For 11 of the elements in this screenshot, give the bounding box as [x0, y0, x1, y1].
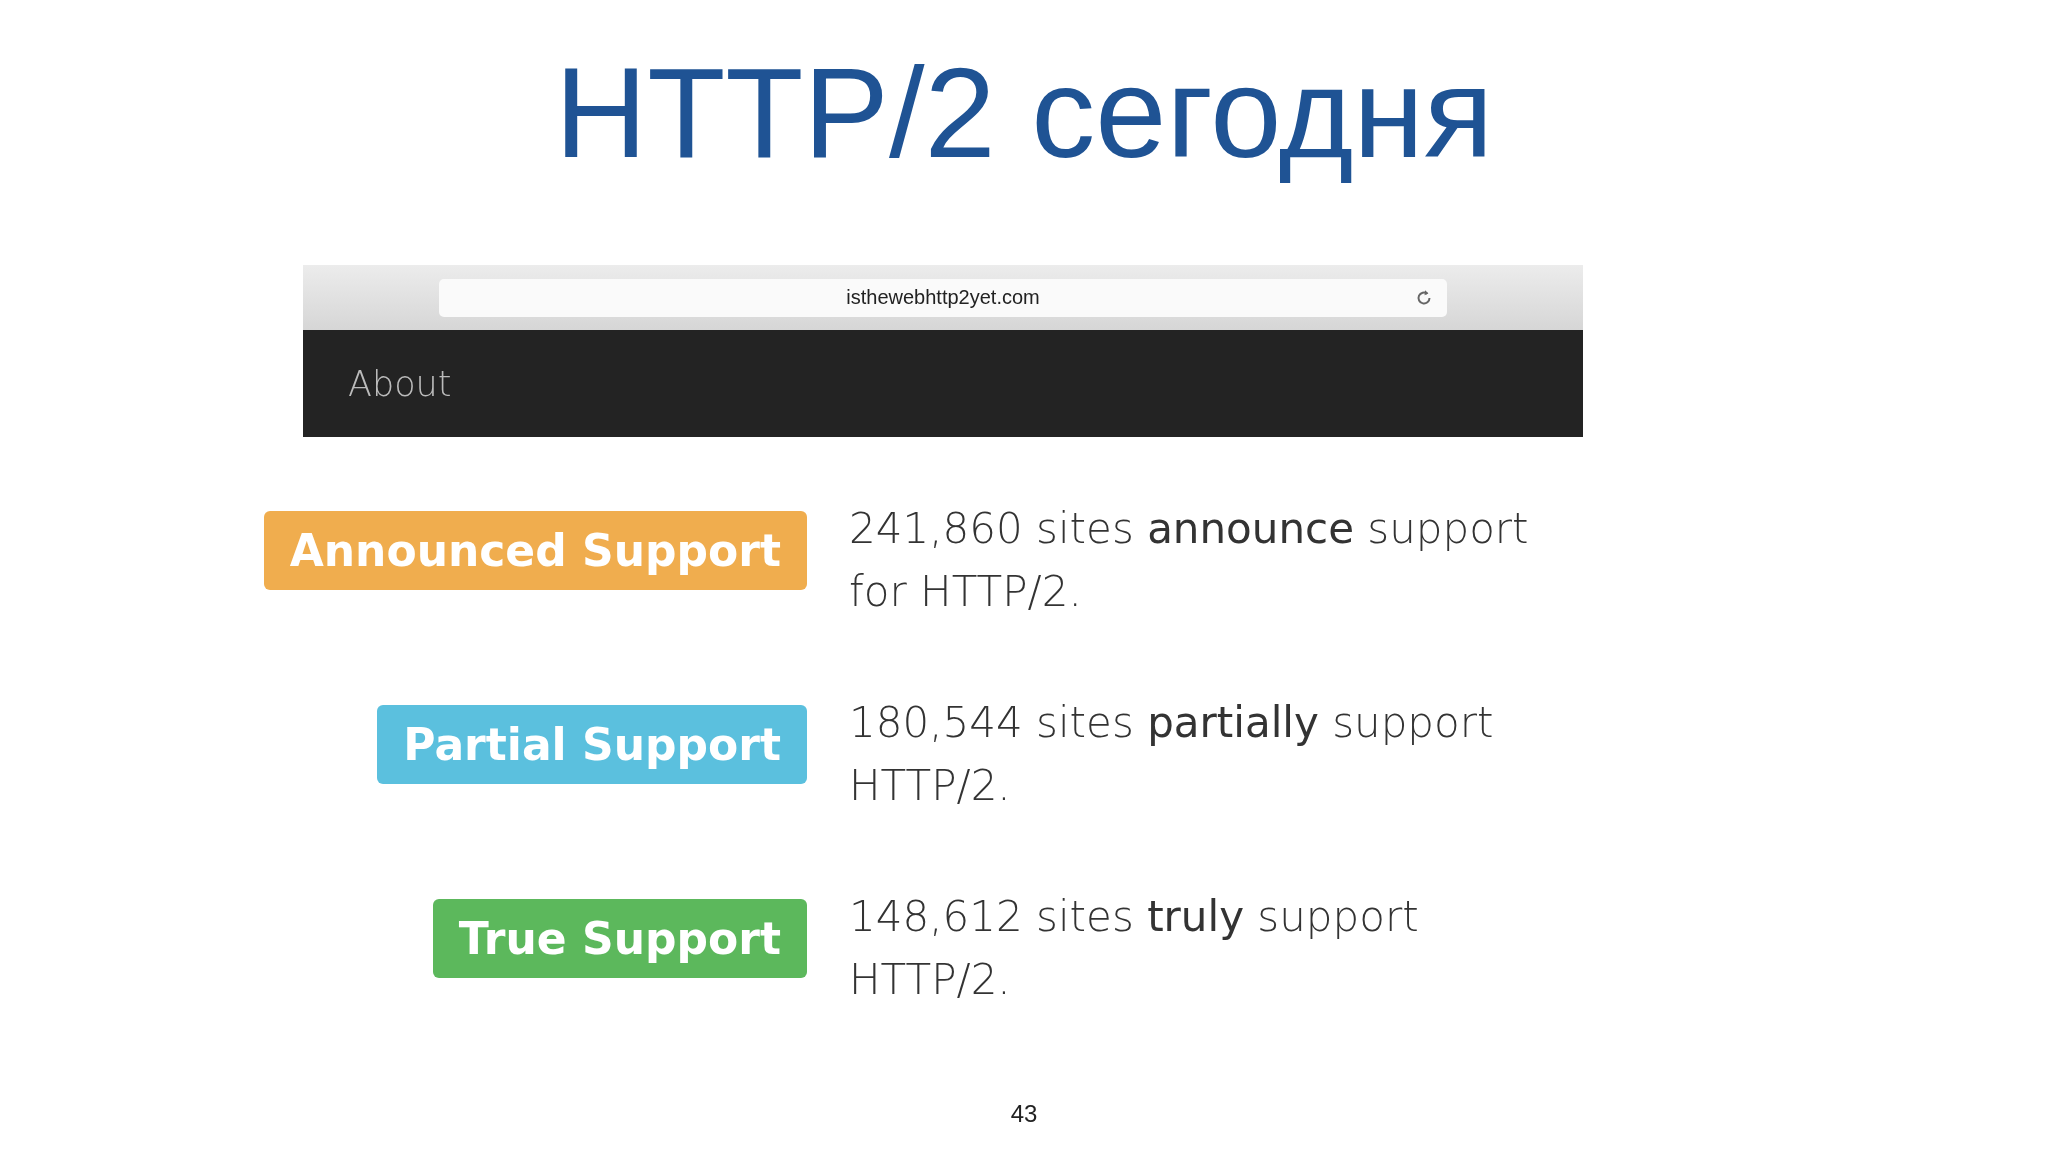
slide-title: HTTP/2 сегодня	[554, 40, 1494, 186]
nav-link[interactable]: About	[348, 363, 452, 404]
address-bar[interactable]: isthewebhttp2yet.com	[439, 278, 1447, 317]
page-number: 43	[1009, 1100, 1039, 1128]
support-badge: True Support	[432, 899, 807, 978]
support-text: 148,612 sites truly support HTTP/2.	[849, 891, 1420, 1006]
support-text: 180,544 sites partially support HTTP/2.	[849, 697, 1495, 812]
support-text: 241,860 sites announce support for HTTP/2.	[849, 503, 1530, 618]
support-badge: Announced Support	[263, 511, 807, 590]
support-badge: Partial Support	[377, 705, 807, 784]
url-text: isthewebhttp2yet.com	[846, 286, 1040, 309]
